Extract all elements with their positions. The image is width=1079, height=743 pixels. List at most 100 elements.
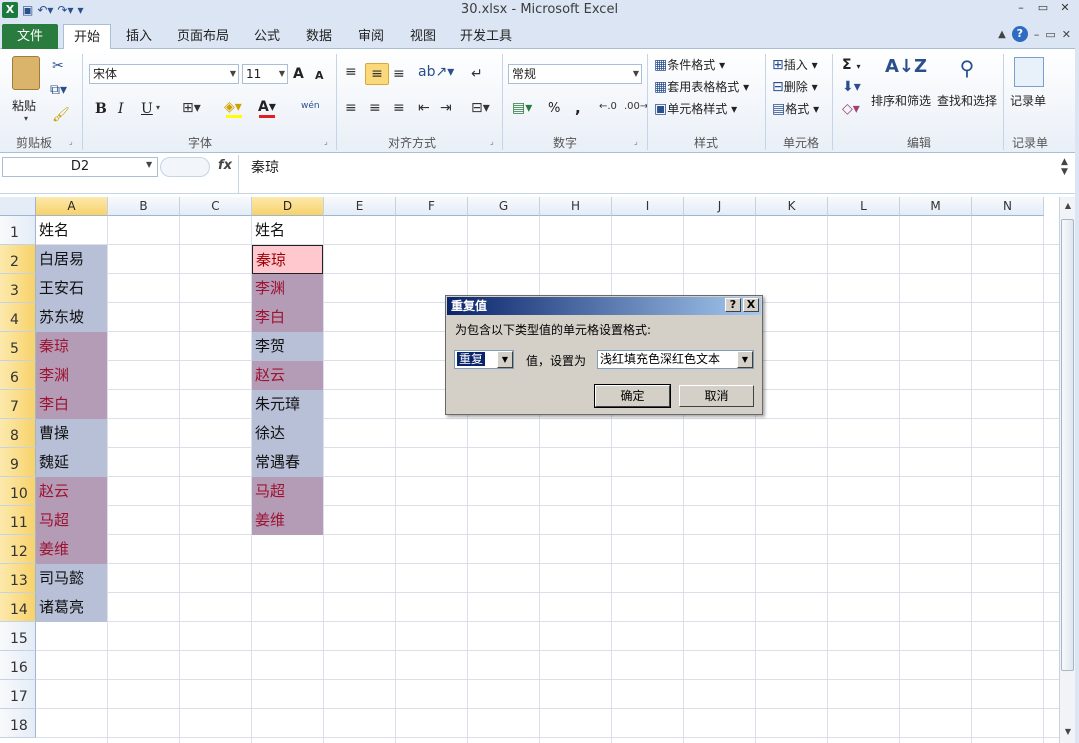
column-header-i[interactable]: I (612, 197, 684, 216)
formula-input[interactable]: 秦琼 (251, 157, 279, 177)
column-header-c[interactable]: C (180, 197, 252, 216)
percent-button[interactable]: % (548, 101, 560, 116)
cell-a11[interactable]: 马超 (36, 506, 107, 535)
name-box-dropdown-icon[interactable]: ▼ (146, 160, 152, 169)
tab-formulas[interactable]: 公式 (245, 24, 289, 49)
undo-icon[interactable]: ↶▾ (37, 3, 53, 17)
cell-a14[interactable]: 诸葛亮 (36, 593, 107, 622)
column-header-d[interactable]: D (252, 197, 324, 216)
row-header-8[interactable]: 8 (0, 419, 36, 448)
cell-a3[interactable]: 王安石 (36, 274, 107, 303)
autosum-button[interactable]: Σ ▾ (842, 57, 860, 73)
font-launcher-icon[interactable]: ⌟ (324, 137, 328, 146)
format-as-table-button[interactable]: ▦套用表格格式 ▾ (654, 78, 749, 95)
cell-a8[interactable]: 曹操 (36, 419, 107, 448)
expand-formula-bar-icon[interactable]: ▲ ▼ (1061, 157, 1068, 177)
row-header-16[interactable]: 16 (0, 651, 36, 680)
cell-a1[interactable]: 姓名 (36, 216, 107, 245)
workbook-minimize-icon[interactable]: – (1034, 28, 1040, 41)
row-header-14[interactable]: 14 (0, 593, 36, 622)
cell-d1[interactable]: 姓名 (252, 216, 323, 245)
tab-home[interactable]: 开始 (63, 24, 111, 50)
format-painter-icon[interactable]: 🖌 (52, 107, 70, 123)
workbook-restore-icon[interactable]: ▭ (1045, 28, 1055, 41)
grow-font-button[interactable]: A (293, 66, 304, 82)
formula-bar-resize-handle[interactable] (160, 157, 210, 177)
tab-developer[interactable]: 开发工具 (455, 24, 517, 49)
column-header-g[interactable]: G (468, 197, 540, 216)
phonetic-button[interactable]: wén (301, 101, 320, 111)
font-color-icon[interactable]: A▾ (258, 99, 276, 115)
border-icon[interactable]: ⊞▾ (182, 100, 201, 116)
merge-center-icon[interactable]: ⊟▾ (471, 100, 490, 116)
row-header-13[interactable]: 13 (0, 564, 36, 593)
insert-cells-button[interactable]: ⊞插入 ▾ (772, 56, 818, 73)
name-box[interactable]: D2 (2, 157, 158, 177)
decrease-decimal-icon[interactable]: .00→ (624, 101, 648, 112)
cell-d8[interactable]: 徐达 (252, 419, 323, 448)
cell-d3[interactable]: 李渊 (252, 274, 323, 303)
accounting-format-icon[interactable]: ▤▾ (512, 100, 532, 116)
sort-filter-button[interactable]: 排序和筛选 (871, 92, 931, 109)
cell-d9[interactable]: 常遇春 (252, 448, 323, 477)
number-launcher-icon[interactable]: ⌟ (634, 137, 638, 146)
row-header-9[interactable]: 9 (0, 448, 36, 477)
paste-dropdown-icon[interactable]: ▾ (12, 114, 40, 123)
row-header-3[interactable]: 3 (0, 274, 36, 303)
cell-d4[interactable]: 李白 (252, 303, 323, 332)
cell-a2[interactable]: 白居易 (36, 245, 107, 274)
cell-a13[interactable]: 司马懿 (36, 564, 107, 593)
minimize-button[interactable]: – (1011, 0, 1031, 16)
redo-icon[interactable]: ↷▾ (57, 3, 73, 17)
cell-styles-button[interactable]: ▣单元格样式 ▾ (654, 100, 737, 117)
number-format-select[interactable]: 常规 ▼ (508, 64, 642, 84)
format-style-select[interactable]: 浅红填充色深红色文本 ▼ (597, 350, 754, 369)
increase-indent-icon[interactable]: ⇥ (440, 100, 452, 116)
align-middle-icon[interactable]: ≡ (365, 63, 389, 85)
find-select-button[interactable]: 查找和选择 (937, 92, 997, 109)
align-left-icon[interactable]: ≡ (345, 100, 357, 116)
column-header-m[interactable]: M (900, 197, 972, 216)
cell-d11[interactable]: 姜维 (252, 506, 323, 535)
minimize-ribbon-icon[interactable]: ▲ (998, 29, 1006, 40)
column-header-e[interactable]: E (324, 197, 396, 216)
cell-d10[interactable]: 马超 (252, 477, 323, 506)
decrease-indent-icon[interactable]: ⇤ (418, 100, 430, 116)
dialog-close-button[interactable]: X (743, 298, 759, 312)
select-all-corner[interactable] (0, 197, 36, 216)
row-header-2[interactable]: 2 (0, 245, 36, 274)
row-header-15[interactable]: 15 (0, 622, 36, 651)
column-header-a[interactable]: A (36, 197, 108, 216)
tab-insert[interactable]: 插入 (115, 24, 163, 49)
cell-a6[interactable]: 李渊 (36, 361, 107, 390)
italic-button[interactable]: I (118, 101, 124, 117)
conditional-formatting-button[interactable]: ▦条件格式 ▾ (654, 56, 725, 73)
column-header-k[interactable]: K (756, 197, 828, 216)
active-cell-d2[interactable]: 秦琼 (252, 245, 323, 274)
clipboard-launcher-icon[interactable]: ⌟ (69, 137, 73, 146)
tab-page-layout[interactable]: 页面布局 (172, 24, 234, 49)
increase-decimal-icon[interactable]: ←.0 (599, 101, 617, 112)
cell-d7[interactable]: 朱元璋 (252, 390, 323, 419)
row-header-11[interactable]: 11 (0, 506, 36, 535)
alignment-launcher-icon[interactable]: ⌟ (490, 137, 494, 146)
column-header-h[interactable]: H (540, 197, 612, 216)
row-header-5[interactable]: 5 (0, 332, 36, 361)
bold-button[interactable]: B (95, 101, 107, 117)
column-header-j[interactable]: J (684, 197, 756, 216)
tab-file[interactable]: 文件 (2, 24, 58, 49)
customize-qat-icon[interactable]: ▾ (78, 3, 84, 17)
restore-button[interactable]: ▭ (1033, 0, 1053, 16)
workbook-close-icon[interactable]: ✕ (1062, 28, 1071, 41)
orientation-icon[interactable]: ab↗▾ (418, 64, 454, 80)
column-header-l[interactable]: L (828, 197, 900, 216)
tab-review[interactable]: 审阅 (349, 24, 393, 49)
dialog-help-button[interactable]: ? (725, 298, 741, 312)
column-header-b[interactable]: B (108, 197, 180, 216)
clear-icon[interactable]: ◇▾ (842, 101, 860, 117)
delete-cells-button[interactable]: ⊟删除 ▾ (772, 78, 818, 95)
tab-data[interactable]: 数据 (297, 24, 341, 49)
cell-a10[interactable]: 赵云 (36, 477, 107, 506)
row-header-6[interactable]: 6 (0, 361, 36, 390)
align-center-icon[interactable]: ≡ (369, 100, 381, 116)
